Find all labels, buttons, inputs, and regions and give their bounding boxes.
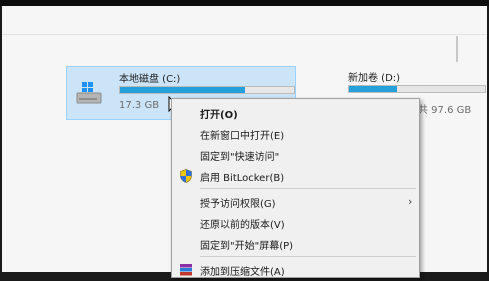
menu-separator xyxy=(200,188,416,189)
menu-item-give-access[interactable]: 授予访问权限(G) › xyxy=(172,191,419,213)
menu-item-pin-start[interactable]: 固定到"开始"屏幕(P) xyxy=(172,233,419,255)
menu-item-label: 固定到"快速访问" xyxy=(200,152,280,163)
menu-item-label: 授予访问权限(G) xyxy=(200,199,276,210)
menu-item-enable-bitlocker[interactable]: 启用 BitLocker(B) xyxy=(172,165,419,187)
menu-item-label: 还原以前的版本(V) xyxy=(200,220,285,231)
uac-shield-icon xyxy=(180,169,192,183)
drive-c-name: 本地磁盘 (C:) xyxy=(119,74,181,85)
menu-separator xyxy=(200,256,416,257)
drive-d-usage-bar xyxy=(348,85,486,93)
drive-d-size: 共 97.6 GB xyxy=(418,105,472,116)
menu-item-label: 固定到"开始"屏幕(P) xyxy=(200,241,294,252)
winrar-archive-icon xyxy=(180,264,192,276)
scrollbar[interactable] xyxy=(456,36,458,62)
menu-item-add-to-archive[interactable]: 添加到压缩文件(A) xyxy=(172,259,419,281)
chevron-right-icon: › xyxy=(408,195,413,208)
menu-item-label: 打开(O) xyxy=(200,110,238,121)
menu-item-open[interactable]: 打开(O) xyxy=(172,102,419,124)
drive-c-usage-fill xyxy=(120,87,246,93)
drive-c-size: 17.3 GB xyxy=(119,100,160,111)
menu-item-label: 启用 BitLocker(B) xyxy=(200,173,285,184)
menu-item-pin-quick-access[interactable]: 固定到"快速访问" xyxy=(172,144,419,166)
divider xyxy=(2,34,487,35)
drive-c-usage-bar xyxy=(119,86,295,94)
drive-d-usage-fill xyxy=(349,86,397,92)
hard-drive-icon xyxy=(76,82,102,104)
menu-item-open-new-window[interactable]: 在新窗口中打开(E) xyxy=(172,123,419,145)
menu-item-label: 在新窗口中打开(E) xyxy=(200,131,285,142)
menu-item-restore-previous-versions[interactable]: 还原以前的版本(V) xyxy=(172,212,419,234)
drive-d-name: 新加卷 (D:) xyxy=(348,73,401,84)
menu-item-label: 添加到压缩文件(A) xyxy=(200,267,285,278)
context-menu: 打开(O) 在新窗口中打开(E) 固定到"快速访问" 启用 BitLocker(… xyxy=(171,98,420,278)
